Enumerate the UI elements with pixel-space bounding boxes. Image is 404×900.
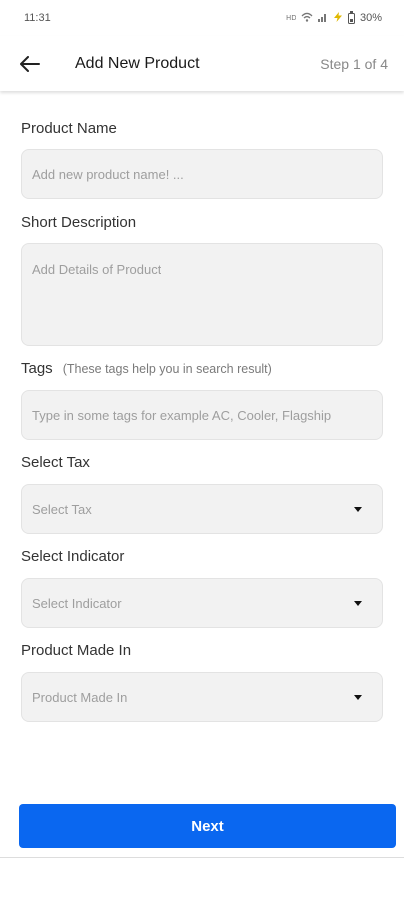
dropdown-arrow-icon — [354, 506, 362, 512]
tags-label: Tags (These tags help you in search resu… — [21, 360, 383, 377]
made-in-select[interactable]: Product Made In — [21, 672, 383, 722]
short-description-label-text: Short Description — [21, 214, 137, 231]
app-bar: Add New Product Step 1 of 4 — [0, 36, 404, 91]
step-indicator: Step 1 of 4 — [320, 55, 388, 72]
svg-text:HD: HD — [286, 14, 296, 22]
back-arrow-icon[interactable] — [18, 52, 42, 76]
signal-hd-icon: HD — [286, 12, 297, 24]
indicator-select-value: Select Indicator — [32, 595, 122, 611]
charging-icon — [333, 11, 343, 25]
tax-label: Select Tax — [21, 454, 383, 471]
made-in-label-text: Product Made In — [21, 642, 132, 659]
page-title: Add New Product — [75, 54, 200, 72]
indicator-label-text: Select Indicator — [21, 548, 125, 565]
battery-level: 30% — [359, 12, 382, 24]
tags-placeholder: Type in some tags for example AC, Cooler… — [32, 407, 332, 423]
tags-hint: (These tags help you in search result) — [62, 362, 272, 376]
next-button-label: Next — [191, 817, 224, 835]
bottom-divider — [0, 857, 404, 858]
short-description-label: Short Description — [21, 214, 383, 231]
short-description-placeholder: Add Details of Product — [32, 262, 162, 277]
short-description-input[interactable]: Add Details of Product — [21, 243, 383, 346]
cell-signal-icon — [317, 12, 328, 24]
next-button[interactable]: Next — [19, 804, 396, 848]
tags-input[interactable]: Type in some tags for example AC, Cooler… — [21, 390, 383, 440]
tax-select-value: Select Tax — [32, 501, 92, 517]
indicator-label: Select Indicator — [21, 548, 383, 565]
dropdown-arrow-icon — [354, 600, 362, 606]
tax-label-text: Select Tax — [21, 454, 90, 471]
made-in-label: Product Made In — [21, 642, 383, 659]
tax-select[interactable]: Select Tax — [21, 484, 383, 534]
tags-label-text: Tags — [21, 360, 53, 377]
status-icons: HD 30% — [286, 10, 382, 25]
indicator-select[interactable]: Select Indicator — [21, 578, 383, 628]
product-name-label-text: Product Name — [21, 120, 117, 137]
dropdown-arrow-icon — [354, 694, 362, 700]
wifi-icon — [301, 12, 313, 24]
product-form: Product Name Add new product name! ... S… — [0, 91, 404, 722]
product-name-label: Product Name — [21, 120, 383, 137]
made-in-select-value: Product Made In — [32, 689, 128, 705]
product-name-input[interactable]: Add new product name! ... — [21, 149, 383, 199]
status-bar: 11:31 HD 30% — [0, 0, 404, 36]
status-time: 11:31 — [24, 12, 51, 24]
product-name-placeholder: Add new product name! ... — [32, 166, 184, 182]
battery-icon — [347, 10, 355, 24]
